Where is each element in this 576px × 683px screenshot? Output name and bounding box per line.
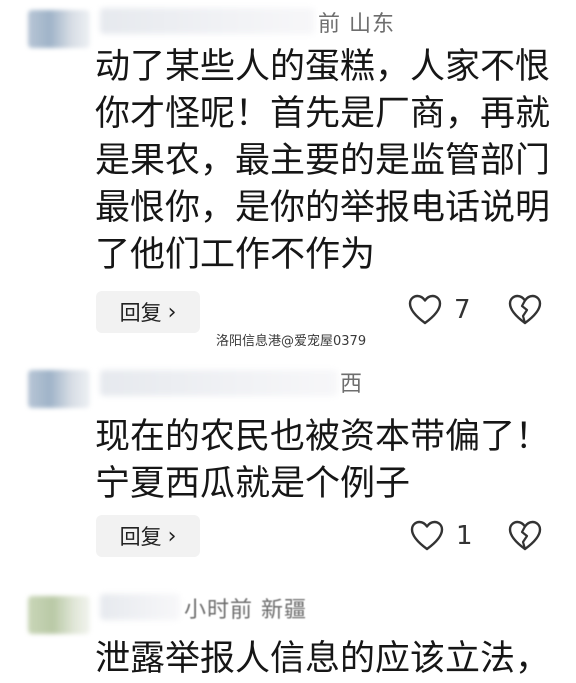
broken-heart-icon [508,294,542,325]
comment-line: 现在的农民也被资本带偏了！ [95,417,551,457]
dislike-button[interactable] [508,520,542,556]
comment-meta: 小时前 新疆 [184,598,307,623]
like-button[interactable]: 1 [410,520,473,552]
comment-text: 现在的农民也被资本带偏了！ 宁夏西瓜就是个例子 [95,414,555,508]
reply-button[interactable]: 回复 › [96,515,200,557]
comment-line: 是果农，最主要的是监管部门 [95,141,551,181]
like-button[interactable]: 7 [408,294,471,326]
dislike-button[interactable] [508,294,542,330]
comment-text: 动了某些人的蛋糕，人家不恨 你才怪呢！首先是厂商，再就 是果农，最主要的是监管部… [95,44,555,279]
comment-line: 你才怪呢！首先是厂商，再就 [95,94,551,134]
broken-heart-icon [508,520,542,551]
username-blurred[interactable] [100,370,338,396]
heart-outline-icon [410,520,444,551]
comment-line: 了他们工作不作为 [95,235,376,275]
reply-label: 回复 [119,301,162,325]
like-count: 1 [456,521,473,551]
comment-meta: 西 [340,372,364,397]
reply-label: 回复 [119,525,162,549]
comment-meta: 前 山东 [318,12,395,37]
chevron-right-icon: › [167,299,177,325]
reply-button[interactable]: 回复 › [96,291,200,333]
avatar[interactable] [28,10,90,48]
username-blurred[interactable] [100,594,180,620]
username-blurred[interactable] [100,8,315,34]
avatar[interactable] [28,596,90,634]
comment-line: 最恨你，是你的举报电话说明 [95,188,551,228]
comment-line: 宁夏西瓜就是个例子 [95,464,411,504]
heart-outline-icon [408,294,442,325]
avatar[interactable] [28,370,90,408]
comment-line: 动了某些人的蛋糕，人家不恨 [95,47,551,87]
watermark-text: 洛阳信息港@爱宠屋0379 [216,334,367,349]
chevron-right-icon: › [167,523,177,549]
like-count: 7 [454,295,471,325]
